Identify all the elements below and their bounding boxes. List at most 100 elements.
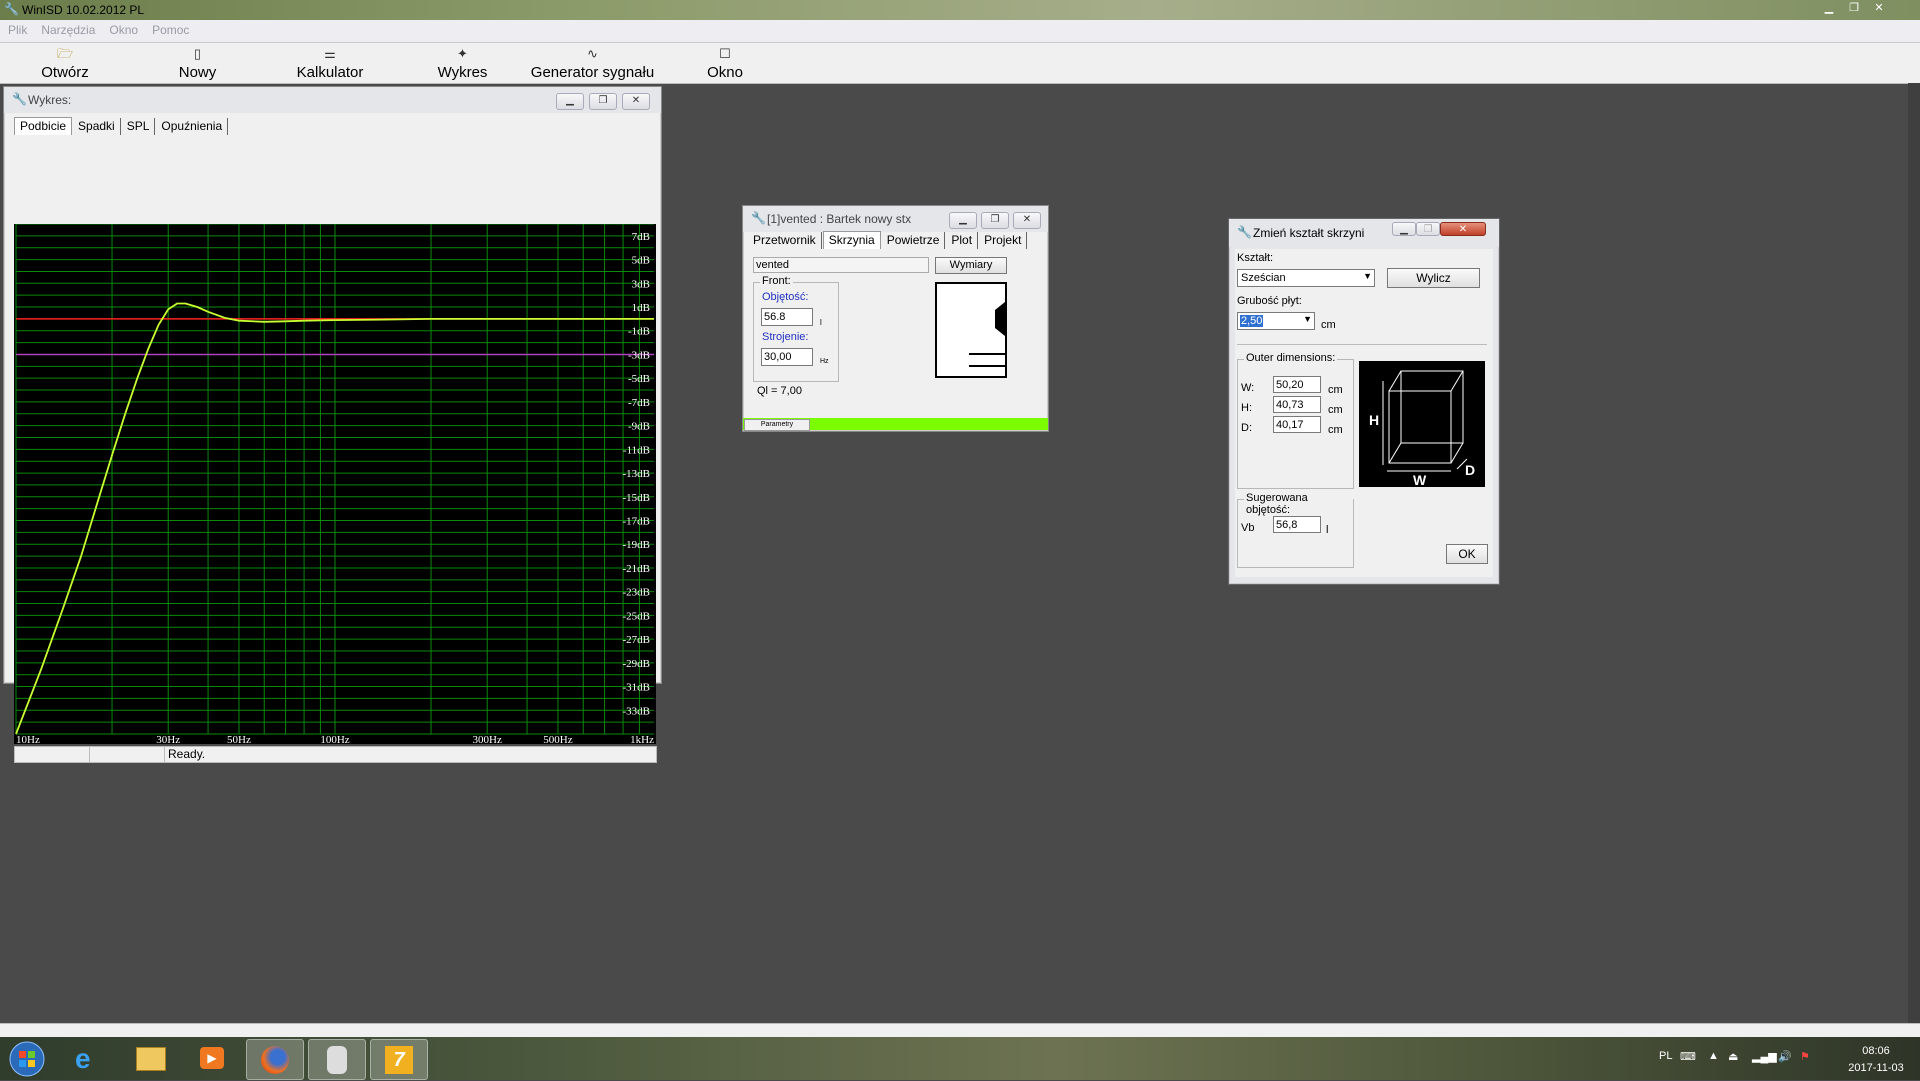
status-pane-1 bbox=[14, 746, 91, 763]
width-field[interactable] bbox=[1273, 376, 1321, 393]
clock-date[interactable]: 2017-11-03 bbox=[1836, 1062, 1916, 1074]
network-icon[interactable]: ▂▄▆ bbox=[1752, 1050, 1777, 1063]
close-icon[interactable]: ✕ bbox=[1440, 222, 1486, 236]
diagram-h-label: H bbox=[1369, 412, 1379, 428]
taskbar-app-7[interactable]: 7 bbox=[370, 1039, 428, 1080]
clock-time[interactable]: 08:06 bbox=[1846, 1045, 1906, 1057]
shape-select[interactable]: Sześcian ▼ bbox=[1237, 269, 1375, 287]
tab-podbicie[interactable]: Podbicie bbox=[14, 117, 73, 135]
window-label: Okno bbox=[707, 64, 743, 81]
thickness-unit: cm bbox=[1321, 319, 1336, 331]
app-title-bar: 🔧 WinISD 10.02.2012 PL ▁ ❐ ✕ bbox=[0, 0, 1920, 20]
calculate-button[interactable]: Wylicz bbox=[1387, 268, 1480, 288]
signal-generator-icon: ∿ bbox=[587, 46, 598, 61]
y-tick-label: -7dB bbox=[628, 397, 650, 409]
graph-window-title-bar[interactable]: 🔧 Wykres: ▁ ❐ ✕ bbox=[4, 87, 661, 113]
minimize-icon[interactable]: ▁ bbox=[556, 93, 584, 110]
wrench-icon: 🔧 bbox=[1237, 225, 1252, 239]
taskbar-internet-explorer[interactable]: e bbox=[60, 1039, 116, 1078]
y-tick-label: -31dB bbox=[623, 682, 651, 694]
graph-window: 🔧 Wykres: ▁ ❐ ✕ Podbicie Spadki SPL Opuźnie… bbox=[3, 86, 662, 763]
menu-plik[interactable]: Plik bbox=[0, 20, 33, 37]
depth-field[interactable] bbox=[1273, 416, 1321, 433]
usb-icon[interactable]: ⏏ bbox=[1728, 1050, 1738, 1063]
vented-tabs: Przetwornik Skrzynia Powietrze Plot Projekt bbox=[748, 231, 1028, 249]
show-hidden-icons-icon[interactable]: ▲ bbox=[1708, 1050, 1719, 1062]
thickness-select[interactable]: 2,50 ▼ bbox=[1237, 312, 1315, 330]
new-button[interactable]: ▯ Nowy bbox=[155, 43, 240, 83]
tab-skrzynia[interactable]: Skrzynia bbox=[822, 231, 881, 249]
y-tick-label: 3dB bbox=[632, 278, 650, 290]
diagram-d-label: D bbox=[1465, 462, 1475, 478]
taskbar-explorer[interactable] bbox=[122, 1039, 178, 1078]
shape-dialog-title: Zmień kształt skrzyni bbox=[1253, 226, 1365, 240]
wrench-icon: 🔧 bbox=[12, 92, 27, 106]
speaker-app-icon bbox=[327, 1046, 347, 1074]
diagram-w-label: W bbox=[1413, 472, 1427, 487]
vented-window-title-bar[interactable]: 🔧 [1]vented : Bartek nowy stx ▁ ❐ ✕ bbox=[743, 206, 1048, 232]
menu-bar: Plik Narzędzia Okno Pomoc bbox=[0, 20, 1920, 43]
taskbar-media-player[interactable]: ▶ bbox=[184, 1039, 240, 1078]
start-button[interactable] bbox=[4, 1039, 50, 1078]
status-pane-2 bbox=[89, 746, 166, 763]
box-preview bbox=[935, 282, 1007, 378]
y-tick-label: 5dB bbox=[632, 255, 650, 267]
minimize-icon[interactable]: ▁ bbox=[1392, 222, 1416, 236]
x-tick-label: 500Hz bbox=[543, 734, 572, 744]
height-field[interactable] bbox=[1273, 396, 1321, 413]
ok-button[interactable]: OK bbox=[1446, 544, 1488, 564]
y-tick-label: -13dB bbox=[623, 468, 651, 480]
tab-spl[interactable]: SPL bbox=[122, 118, 156, 135]
menu-pomoc[interactable]: Pomoc bbox=[144, 20, 195, 37]
taskbar-firefox[interactable] bbox=[246, 1039, 304, 1080]
dimensions-button[interactable]: Wymiary bbox=[935, 257, 1007, 274]
restore-icon[interactable]: ❐ bbox=[1843, 1, 1865, 17]
close-icon[interactable]: ✕ bbox=[1013, 212, 1041, 229]
window-button[interactable]: ☐ Okno bbox=[685, 43, 765, 83]
front-group: Front: Objętość: l Strojenie: Hz bbox=[753, 275, 839, 382]
params-tab[interactable]: Parametry bbox=[744, 419, 810, 431]
chart-label: Wykres bbox=[437, 64, 488, 81]
suggested-volume-label: Sugerowana objętość: bbox=[1244, 492, 1353, 516]
calculator-button[interactable]: ⚌ Kalkulator bbox=[280, 43, 380, 83]
seven-icon: 7 bbox=[385, 1046, 413, 1074]
restore-icon[interactable]: ❐ bbox=[981, 212, 1009, 229]
restore-icon[interactable]: ❐ bbox=[589, 93, 617, 110]
close-icon[interactable]: ✕ bbox=[622, 93, 650, 110]
shape-dialog: 🔧 Zmień kształt skrzyni ▁ ❐ ✕ Kształt: S… bbox=[1228, 218, 1500, 585]
open-button[interactable]: 🗁 Otwórz bbox=[20, 43, 110, 83]
tab-projekt[interactable]: Projekt bbox=[979, 232, 1028, 249]
box-name-field[interactable] bbox=[753, 257, 929, 273]
chevron-down-icon[interactable]: ▼ bbox=[1303, 314, 1312, 324]
chevron-down-icon[interactable]: ▼ bbox=[1363, 271, 1372, 281]
tab-plot[interactable]: Plot bbox=[946, 232, 979, 249]
vb-field[interactable] bbox=[1273, 516, 1321, 533]
minimize-icon[interactable]: ▁ bbox=[949, 212, 977, 229]
vented-window: 🔧 [1]vented : Bartek nowy stx ▁ ❐ ✕ Prze… bbox=[742, 205, 1049, 432]
tab-powietrze[interactable]: Powietrze bbox=[882, 232, 946, 249]
tab-spadki[interactable]: Spadki bbox=[73, 118, 121, 135]
menu-narzedzia[interactable]: Narzędzia bbox=[33, 20, 101, 37]
taskbar-winisd[interactable] bbox=[308, 1039, 366, 1080]
volume-icon[interactable]: 🔊 bbox=[1778, 1050, 1792, 1063]
keyboard-icon[interactable]: ⌨ bbox=[1680, 1050, 1696, 1063]
signal-generator-label: Generator sygnału bbox=[530, 64, 655, 81]
shape-dialog-title-bar[interactable]: 🔧 Zmień kształt skrzyni ▁ ❐ ✕ bbox=[1229, 219, 1499, 247]
signal-generator-button[interactable]: ∿ Generator sygnału bbox=[525, 43, 660, 83]
chart-button[interactable]: ✦ Wykres bbox=[420, 43, 505, 83]
y-tick-label: -17dB bbox=[623, 516, 651, 528]
tuning-field[interactable] bbox=[761, 348, 813, 366]
volume-field[interactable] bbox=[761, 308, 813, 326]
vb-label: Vb bbox=[1241, 522, 1255, 534]
tab-opoznienia[interactable]: Opuźnienia bbox=[156, 118, 229, 135]
folder-icon bbox=[136, 1047, 166, 1071]
close-icon[interactable]: ✕ bbox=[1868, 1, 1890, 17]
depth-unit: cm bbox=[1328, 424, 1343, 436]
mdi-scrollbar[interactable] bbox=[1908, 83, 1920, 1023]
menu-okno[interactable]: Okno bbox=[101, 20, 144, 37]
minimize-icon[interactable]: ▁ bbox=[1818, 1, 1840, 17]
tab-przetwornik[interactable]: Przetwornik bbox=[748, 232, 822, 249]
action-center-icon[interactable]: ⚑ bbox=[1800, 1050, 1810, 1063]
wrench-icon: 🔧 bbox=[751, 211, 766, 225]
language-indicator[interactable]: PL bbox=[1659, 1050, 1672, 1062]
